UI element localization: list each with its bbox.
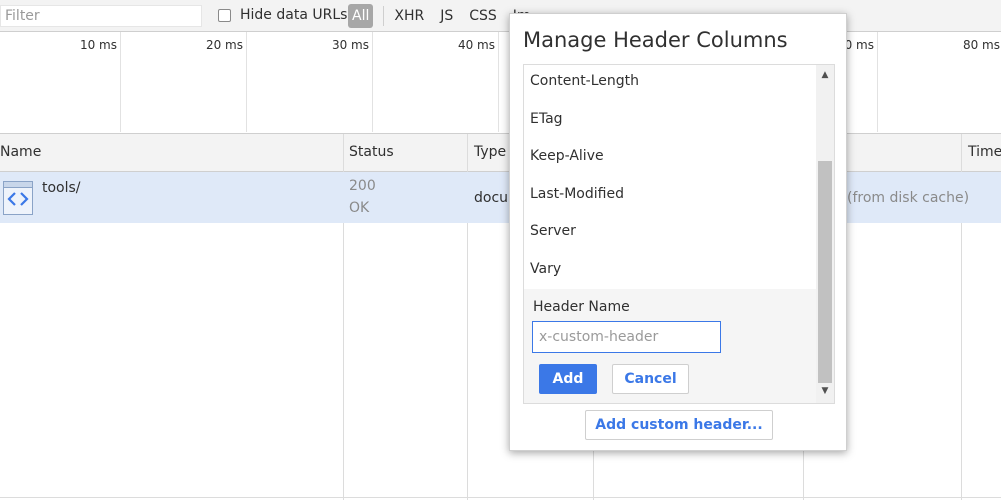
list-scrollbar[interactable]: ▲ ▼ (816, 65, 834, 403)
table-header: Name Status Type Time (0, 134, 1001, 172)
filter-input[interactable] (0, 5, 202, 27)
document-icon (3, 181, 33, 215)
list-item-last-modified[interactable]: Last-Modified (530, 186, 624, 202)
column-header-name[interactable]: Name (0, 144, 41, 160)
timeline-gridline (372, 32, 373, 132)
timeline-gridline (246, 32, 247, 132)
timeline-tick-label: 40 ms (457, 38, 495, 52)
filter-chip-js[interactable]: JS (432, 4, 461, 28)
request-type: docu (474, 190, 509, 206)
hide-data-urls-label: Hide data URLs (240, 7, 348, 23)
timeline-tick-label: 10 ms (79, 38, 117, 52)
list-item-etag[interactable]: ETag (530, 111, 563, 127)
scrollbar-thumb[interactable] (818, 161, 832, 383)
add-custom-header-button[interactable]: Add custom header... (585, 410, 773, 440)
list-item-server[interactable]: Server (530, 223, 576, 239)
filter-chip-css[interactable]: CSS (461, 4, 505, 28)
add-header-form: Header Name Add Cancel (524, 289, 816, 403)
filter-chip-xhr[interactable]: XHR (386, 4, 432, 28)
timeline-tick-label: 80 ms (962, 38, 1000, 52)
header-name-label: Header Name (533, 299, 630, 315)
timeline-gridline (498, 32, 499, 132)
request-name: tools/ (42, 180, 81, 196)
hide-data-urls-checkbox[interactable] (218, 8, 231, 22)
network-requests-table: Name Status Type Time tools/ 200 OK docu… (0, 134, 1001, 500)
request-status-code: 200 (349, 178, 376, 194)
request-status-text: OK (349, 200, 370, 216)
list-item-keep-alive[interactable]: Keep-Alive (530, 148, 604, 164)
column-header-type[interactable]: Type (474, 144, 506, 160)
list-item-vary[interactable]: Vary (530, 261, 561, 277)
cancel-button[interactable]: Cancel (612, 364, 689, 394)
timeline-gridline (877, 32, 878, 132)
hide-data-urls-toggle[interactable]: Hide data URLs (218, 7, 347, 23)
timeline-gridline (120, 32, 121, 132)
manage-header-columns-dialog: Manage Header Columns Content-Length ETa… (509, 13, 847, 451)
table-row[interactable]: tools/ 200 OK docu (from disk cache) (0, 172, 1001, 223)
add-button[interactable]: Add (539, 364, 597, 394)
table-bottom-border (0, 497, 1001, 498)
list-item-content-length[interactable]: Content-Length (530, 73, 639, 89)
filter-chip-all[interactable]: All (348, 4, 374, 28)
timeline-tick-label: 30 ms (331, 38, 369, 52)
network-toolbar: Hide data URLs All XHR JS CSS Im (0, 0, 1001, 32)
column-header-status[interactable]: Status (349, 144, 394, 160)
dialog-title: Manage Header Columns (523, 28, 788, 52)
request-size: (from disk cache) (847, 190, 970, 206)
timeline-overview[interactable]: 10 ms 20 ms 30 ms 40 ms 70 ms 80 ms (0, 32, 1001, 134)
chip-divider (383, 6, 385, 26)
header-name-input[interactable] (532, 321, 721, 353)
timeline-tick-label: 20 ms (205, 38, 243, 52)
scroll-up-arrow-icon[interactable]: ▲ (816, 67, 834, 83)
column-header-time[interactable]: Time (968, 144, 1001, 160)
scroll-down-arrow-icon[interactable]: ▼ (816, 383, 834, 399)
header-columns-list[interactable]: Content-Length ETag Keep-Alive Last-Modi… (523, 64, 835, 404)
